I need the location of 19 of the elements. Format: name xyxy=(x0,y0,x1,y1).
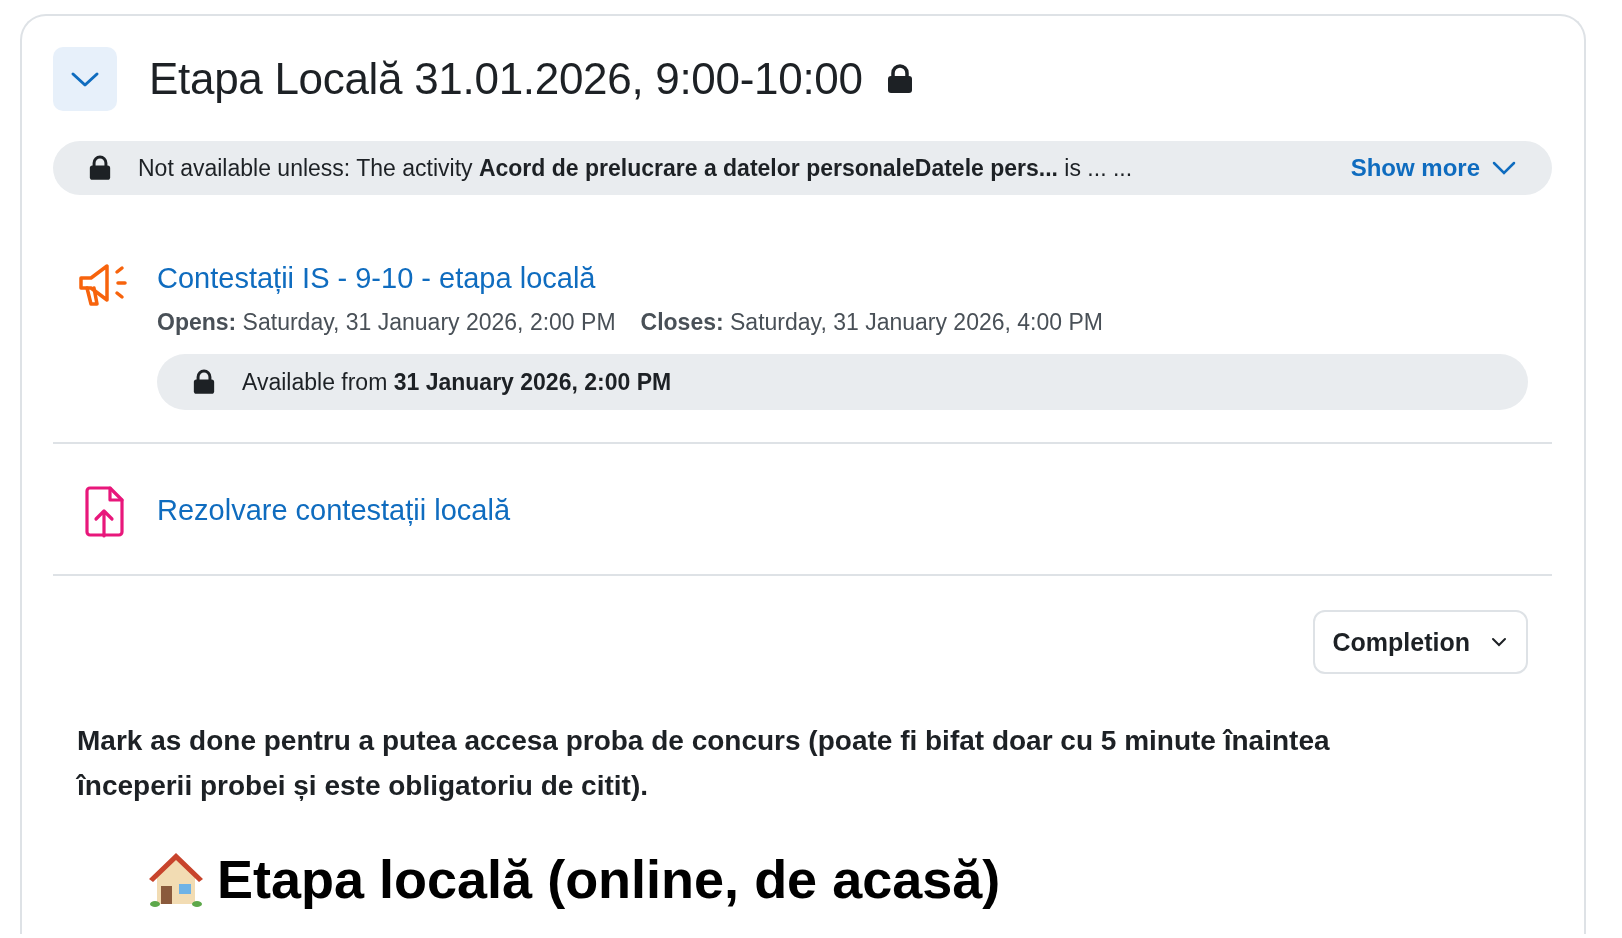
activity-link[interactable]: Contestații IS - 9-10 - etapa locală xyxy=(157,262,596,295)
section-heading: Etapa locală (online, de acasă) xyxy=(217,848,1001,910)
collapse-button[interactable] xyxy=(53,47,117,111)
lock-icon xyxy=(89,155,111,181)
date-text: Opens: Saturday, 31 January 2026, 2:00 PM xyxy=(157,309,616,336)
restriction-text: Not available unless: The activity Acord de prelucrare a datelor personaleDatele pers... is ... ... xyxy=(138,154,1133,182)
date-text: Closes: Saturday, 31 January 2026, 4:00 PM xyxy=(640,309,1103,336)
house-icon xyxy=(147,850,205,908)
completion-dropdown[interactable]: Completion xyxy=(1312,610,1528,674)
section-title: Etapa Locală 31.01.2026, 9:00-10:00 xyxy=(149,54,863,104)
description-text: Mark as done pentru a putea accesa proba de concurs (poate fi bifat doar cu 5 minute înaintea începerii probei și este obligatoriu de citit). xyxy=(77,724,1331,803)
caret-icon xyxy=(1492,160,1516,176)
activity-link[interactable]: Rezolvare contestații locală xyxy=(157,494,510,527)
availability-text: Available from 31 January 2026, 2:00 PM xyxy=(242,368,672,396)
lock-icon xyxy=(193,369,215,395)
lock-icon xyxy=(886,64,913,94)
show-more-link[interactable]: Show more xyxy=(1350,154,1516,182)
caret-icon xyxy=(1490,636,1508,648)
file-upload-icon xyxy=(84,486,126,538)
